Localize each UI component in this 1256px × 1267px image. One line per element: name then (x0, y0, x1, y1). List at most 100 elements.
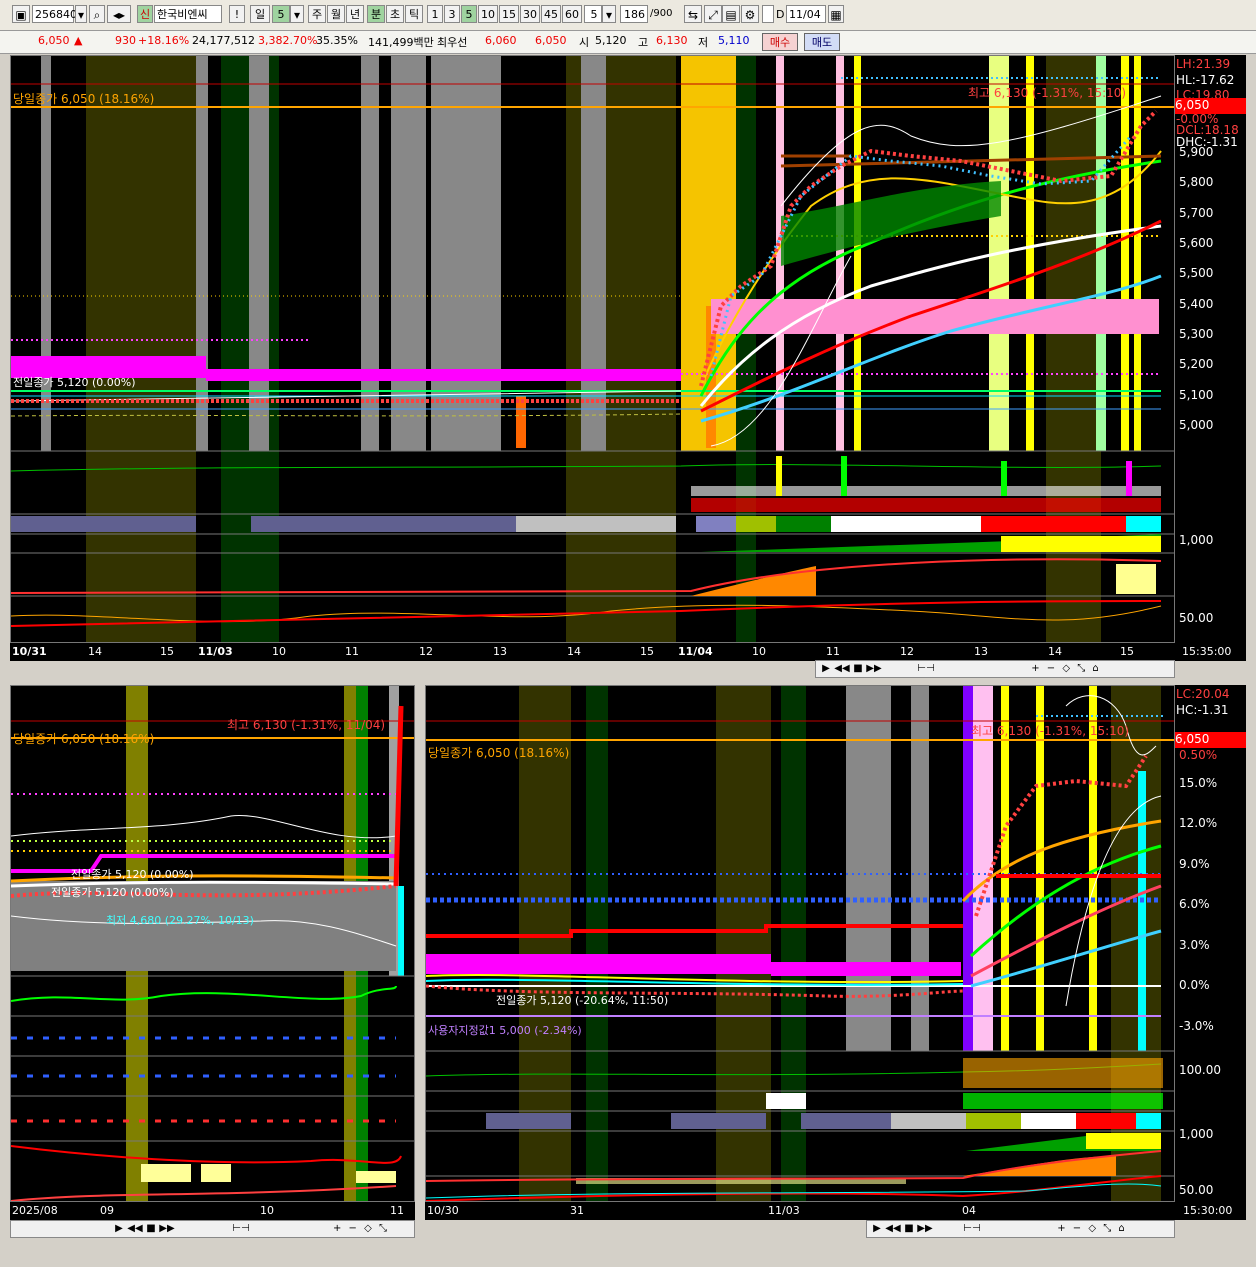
price-tick: 5,500 (1179, 266, 1214, 280)
current-price: 6,050 (38, 34, 70, 47)
scroll-stop-icon[interactable]: ■ (143, 1222, 159, 1236)
session-band (736, 56, 756, 642)
chart-tool-icon[interactable]: ⇆ (684, 5, 702, 23)
minute-30-button[interactable]: 30 (520, 5, 540, 23)
sub-tick: 100.00 (1179, 1063, 1221, 1077)
clock: 15:35:00 (1182, 645, 1232, 658)
pct-tick: 0.0% (1179, 978, 1210, 992)
hc-label: HC:-1.31 (1176, 703, 1229, 717)
session-band (516, 396, 526, 448)
zoom-tools-icon[interactable]: + − ◇ ⤡ ⌂ (976, 662, 1156, 676)
intraday-chart-main[interactable]: 당일종가 6,050 (18.16%) 최고 6,130 (-1.31%, 15… (10, 55, 1175, 643)
time-label: 11/04 (678, 645, 713, 658)
session-band (86, 56, 196, 642)
date-checkbox[interactable] (762, 5, 774, 23)
buy-button[interactable]: 매수 (762, 33, 798, 51)
scroll-forward-icon[interactable]: ▶▶ (159, 1222, 175, 1236)
main-time-axis: 10/31 14 15 11/03 10 11 12 13 14 15 11/0… (10, 643, 1246, 661)
scroll-slider[interactable]: ⊢⊣ (181, 1222, 301, 1236)
price-change-pct: +18.16% (138, 34, 190, 47)
menu-icon[interactable]: ▣ (12, 5, 30, 23)
sub-tick: 1,000 (1179, 1127, 1214, 1141)
time-label: 11/03 (768, 1204, 800, 1217)
minute-chart[interactable]: 당일종가 6,050 (18.16%) 최고 6,130 (-1.31%, 15… (425, 685, 1175, 1202)
quote-bar: 6,050 ▲ 930 +18.16% 24,177,512 3,382.70%… (0, 31, 1256, 54)
stock-code-input[interactable]: 256840 (32, 5, 77, 23)
time-label: 2025/08 (12, 1204, 58, 1217)
bar-count-input[interactable]: 186 (620, 5, 648, 23)
draw-tool-icon[interactable]: ⤢ (704, 5, 722, 23)
sell-button[interactable]: 매도 (804, 33, 840, 51)
minute-1-button[interactable]: 1 (427, 5, 443, 23)
price-tick: 5,600 (1179, 236, 1214, 250)
minute-chart-scrollbar[interactable]: ▶ ◀◀ ■ ▶▶ ⊢⊣ + − ◇ ⤡ ⌂ (866, 1220, 1175, 1238)
prev-next-icon[interactable]: ◂▸ (107, 5, 131, 23)
search-icon[interactable]: ⌕ (89, 5, 105, 23)
scroll-slider[interactable]: ⊢⊣ (886, 662, 966, 676)
daily-chart-scrollbar[interactable]: ▶ ◀◀ ■ ▶▶ ⊢⊣ + − ◇ ⤡ (10, 1220, 415, 1238)
minute-3-button[interactable]: 3 (444, 5, 460, 23)
scroll-stop-icon[interactable]: ■ (850, 662, 866, 676)
time-label: 15 (160, 645, 174, 658)
time-label: 14 (567, 645, 581, 658)
lc-label: LC:20.04 (1176, 687, 1230, 701)
scroll-slider[interactable]: ⊢⊣ (937, 1222, 1007, 1236)
time-label: 11 (345, 645, 359, 658)
price-tick: 5,200 (1179, 357, 1214, 371)
calendar-icon[interactable]: ▦ (828, 5, 844, 23)
time-label: 11 (826, 645, 840, 658)
stock-name[interactable]: 한국비엔씨 (154, 5, 222, 23)
minute-45-button[interactable]: 45 (541, 5, 561, 23)
code-dropdown-icon[interactable]: ▾ (75, 5, 87, 23)
period-month-button[interactable]: 월 (327, 5, 345, 23)
minute-10-button[interactable]: 10 (478, 5, 498, 23)
period-minute-button[interactable]: 분 (367, 5, 385, 23)
time-label: 13 (974, 645, 988, 658)
save-icon[interactable]: ▤ (722, 5, 740, 23)
scroll-left-icon[interactable]: ▶ (818, 662, 834, 676)
minute-select[interactable]: 5 (584, 5, 602, 23)
minute-5-button[interactable]: 5 (461, 5, 477, 23)
zoom-tools-icon[interactable]: + − ◇ ⤡ (311, 1222, 411, 1236)
pct-tick: 6.0% (1179, 897, 1210, 911)
period-second-button[interactable]: 초 (386, 5, 404, 23)
minute-60-button[interactable]: 60 (562, 5, 582, 23)
best-ask: 6,050 (535, 34, 567, 47)
scroll-stop-icon[interactable]: ■ (901, 1222, 917, 1236)
time-label: 10 (752, 645, 766, 658)
minute-close-label: 당일종가 6,050 (18.16%) (428, 746, 570, 760)
time-label: 04 (962, 1204, 976, 1217)
minute-15-button[interactable]: 15 (499, 5, 519, 23)
scroll-back-icon[interactable]: ◀◀ (834, 662, 850, 676)
scroll-forward-icon[interactable]: ▶▶ (917, 1222, 933, 1236)
time-label: 14 (1048, 645, 1062, 658)
daily-chart[interactable]: 당일종가 6,050 (18.16%) 최고 6,130 (-1.31%, 11… (10, 685, 415, 1202)
period-day-button[interactable]: 일 (250, 5, 270, 23)
scroll-left-icon[interactable]: ▶ (111, 1222, 127, 1236)
period-week-button[interactable]: 주 (308, 5, 326, 23)
pct-tick: 3.0% (1179, 938, 1210, 952)
volume-ratio: 3,382.70% (258, 34, 318, 47)
zoom-tools-icon[interactable]: + − ◇ ⤡ ⌂ (1012, 1222, 1172, 1236)
scroll-back-icon[interactable]: ◀◀ (127, 1222, 143, 1236)
main-chart-scrollbar[interactable]: ▶ ◀◀ ■ ▶▶ ⊢⊣ + − ◇ ⤡ ⌂ (815, 660, 1175, 678)
daily-close-label: 당일종가 6,050 (18.16%) (13, 732, 155, 746)
price-tick: 5,800 (1179, 175, 1214, 189)
scroll-left-icon[interactable]: ▶ (869, 1222, 885, 1236)
period-day-value[interactable]: 5 (272, 5, 290, 23)
minute-dropdown-icon[interactable]: ▾ (602, 5, 616, 23)
price-tick: 5,000 (1179, 418, 1214, 432)
price-tick: 5,400 (1179, 297, 1214, 311)
settings-gear-icon[interactable]: ⚙ (741, 5, 759, 23)
period-dropdown-icon[interactable]: ▾ (290, 5, 304, 23)
scroll-back-icon[interactable]: ◀◀ (885, 1222, 901, 1236)
time-label: 10/31 (12, 645, 47, 658)
today-high-label: 최고 6,130 (-1.31%, 15:10) (968, 86, 1127, 100)
scroll-forward-icon[interactable]: ▶▶ (866, 662, 882, 676)
minute-user-label: 사용자지정값1 5,000 (-2.34%) (428, 1024, 582, 1037)
date-input[interactable]: 11/04 (786, 5, 826, 23)
alert-button[interactable]: ! (229, 5, 245, 23)
price-tick: 5,700 (1179, 206, 1214, 220)
period-tick-button[interactable]: 틱 (405, 5, 423, 23)
period-year-button[interactable]: 년 (346, 5, 364, 23)
